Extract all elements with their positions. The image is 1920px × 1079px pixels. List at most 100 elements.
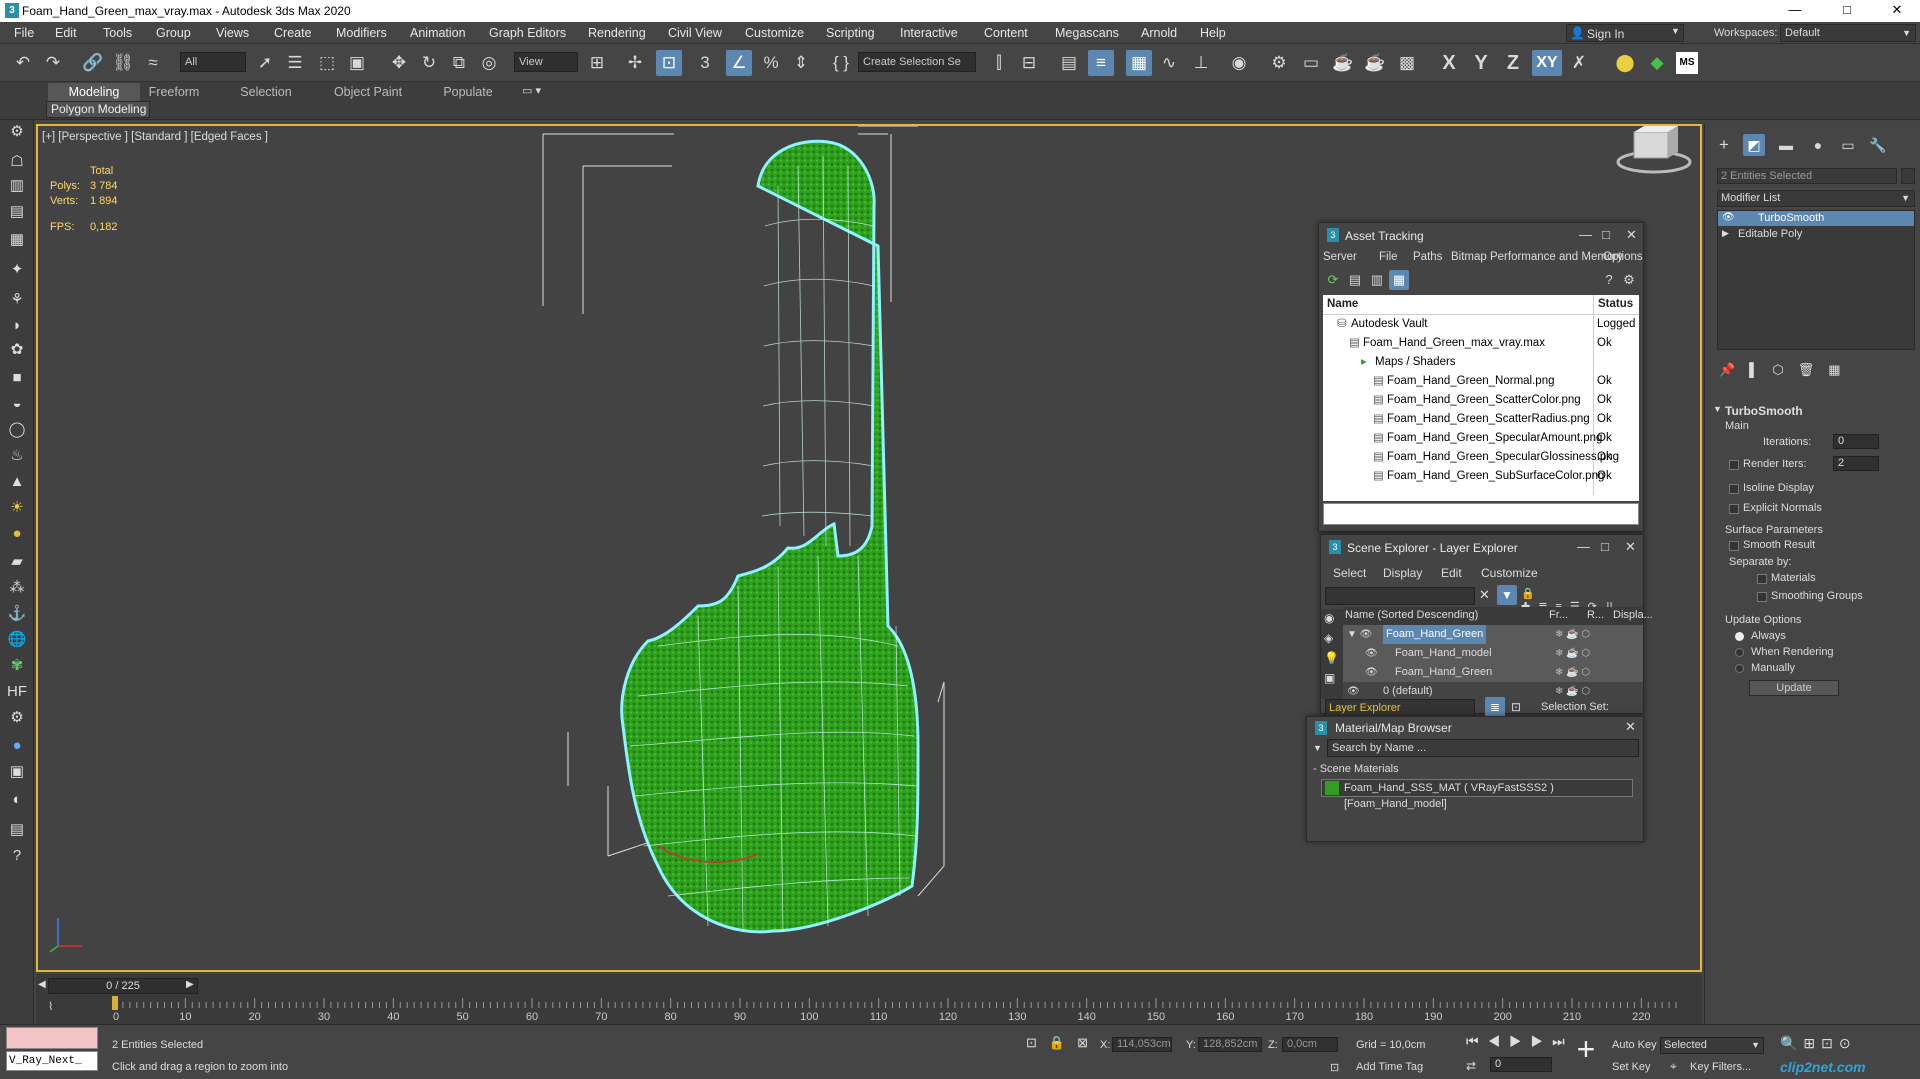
file-icon[interactable]: ▤ — [5, 818, 29, 842]
plane-icon[interactable]: ▰ — [5, 550, 29, 574]
y-coordinate[interactable]: 128,852cm — [1198, 1037, 1262, 1052]
menu-arnold[interactable]: Arnold — [1141, 26, 1177, 40]
expand-icon[interactable]: ▼ 👁 — [1347, 625, 1372, 644]
maxscript-listener-top[interactable] — [6, 1027, 98, 1049]
display-cameras-icon[interactable]: ▣ — [1324, 671, 1335, 685]
tag-icon[interactable]: ⊡ — [1330, 1061, 1339, 1074]
teapot-icon[interactable]: ♨ — [5, 444, 29, 468]
set-key-button[interactable]: Set Key — [1612, 1061, 1651, 1073]
grid-view-icon[interactable]: ▦ — [1389, 270, 1409, 290]
asset-row[interactable]: ▤ Foam_Hand_Green_SpecularGlossiness.png O… — [1323, 448, 1639, 467]
refresh-icon[interactable]: ⟳ — [1323, 270, 1343, 290]
render-sphere-icon[interactable]: ● — [5, 734, 29, 758]
settings-icon[interactable]: ⚙ — [1619, 270, 1639, 290]
always-radio[interactable] — [1735, 632, 1744, 641]
menu-edit[interactable]: Edit — [55, 26, 77, 40]
tab-freeform[interactable]: Freeform — [140, 83, 208, 101]
select-by-name-icon[interactable]: ☰ — [282, 50, 308, 76]
edit-named-selection-icon[interactable]: { } — [828, 50, 854, 76]
light-icon[interactable]: ✦ — [5, 258, 29, 282]
rotate-icon[interactable]: ↻ — [416, 50, 442, 76]
track-bar-icon[interactable]: ⌇ — [48, 1000, 53, 1013]
menu-modifiers[interactable]: Modifiers — [336, 26, 387, 40]
minimize-button[interactable]: — — [1772, 0, 1818, 22]
sphere-light-icon[interactable]: ● — [5, 522, 29, 546]
box-icon[interactable]: ■ — [5, 366, 29, 390]
menu-rendering[interactable]: Rendering — [588, 26, 646, 40]
eye-icon[interactable]: 👁 — [1722, 212, 1735, 223]
table-icon[interactable]: ▥ — [1367, 270, 1387, 290]
update-button[interactable]: Update — [1749, 680, 1839, 696]
reference-coordinate-dropdown[interactable]: View — [514, 52, 578, 72]
material-item[interactable]: Foam_Hand_SSS_MAT ( VRayFastSSS2 ) [Foam… — [1321, 779, 1633, 810]
hierarchy-tab-icon[interactable]: ▬ — [1775, 134, 1797, 156]
maxscript-input[interactable]: V_Ray_Next_ — [6, 1051, 98, 1071]
menu-help[interactable]: Help — [1200, 26, 1226, 40]
iterations-spinner[interactable]: 0 — [1833, 434, 1879, 449]
stack-item-turbosmooth[interactable]: TurboSmooth — [1718, 211, 1914, 226]
layer-row[interactable]: ▼ 👁 Foam_Hand_Green ❄ ☕ ⬡ — [1343, 625, 1643, 644]
undo-icon[interactable]: ↶ — [10, 50, 36, 76]
sign-in-dropdown[interactable]: 👤 Sign In ▼ — [1566, 24, 1684, 42]
stack-tools-icons[interactable]: 📌▌⬡🗑▦ — [1719, 362, 1855, 378]
layer-flag-icons[interactable]: ❄ ☕ ⬡ — [1555, 644, 1590, 663]
object-color-swatch[interactable] — [1901, 168, 1915, 184]
menu-views[interactable]: Views — [216, 26, 249, 40]
time-slider[interactable]: 0 / 225 — [48, 978, 198, 994]
globe-icon[interactable]: 🌐 — [5, 628, 29, 652]
menu-civil-view[interactable]: Civil View — [668, 26, 722, 40]
asset-path-field[interactable] — [1323, 503, 1639, 525]
viewport-nav-icons[interactable]: 🔍⊞⊡⊙ — [1780, 1035, 1857, 1052]
chevron-down-icon[interactable]: ▼ — [1313, 743, 1322, 753]
render-grid-icon[interactable]: ▩ — [1394, 50, 1420, 76]
motion-tab-icon[interactable]: ● — [1807, 134, 1829, 156]
viewport-icon[interactable]: ☖ — [5, 150, 29, 174]
asset-menu-server[interactable]: Server — [1323, 251, 1357, 263]
spring-icon[interactable]: ⚙ — [5, 706, 29, 730]
torus-icon[interactable]: ◯ — [5, 418, 29, 442]
tab-populate[interactable]: Populate — [436, 83, 500, 101]
asset-row[interactable]: ▤ Foam_Hand_Green_SpecularAmount.png Ok — [1323, 429, 1639, 448]
menu-group[interactable]: Group — [156, 26, 191, 40]
asset-row[interactable]: ▤ Foam_Hand_Green_max_vray.max Ok — [1323, 334, 1639, 353]
menu-tools[interactable]: Tools — [103, 26, 132, 40]
bind-space-warp-icon[interactable]: ≈ — [140, 50, 166, 76]
asset-menu-file[interactable]: File — [1379, 251, 1398, 263]
utilities-tab-icon[interactable]: 🔧 — [1867, 134, 1889, 156]
layer-row[interactable]: 👁 Foam_Hand_Green ❄ ☕ ⬡ — [1343, 663, 1643, 682]
se-menu-select[interactable]: Select — [1333, 566, 1366, 580]
close-button[interactable]: ✕ — [1874, 0, 1920, 22]
col-name[interactable]: Name — [1327, 298, 1358, 310]
set-key-plus-icon[interactable]: + — [1568, 1031, 1604, 1067]
asset-menu-bitmap[interactable]: Bitmap Performance and Memory — [1451, 251, 1623, 263]
turbosmooth-rollout[interactable]: TurboSmooth — [1725, 404, 1803, 418]
material-search-input[interactable]: Search by Name ... — [1327, 739, 1639, 757]
layers-icon[interactable]: ◆ — [1644, 50, 1670, 76]
link-icon[interactable]: 🔗 — [80, 50, 106, 76]
rollout-collapse-icon[interactable]: ▼ — [1713, 404, 1722, 414]
se-search-input[interactable] — [1325, 587, 1475, 605]
rectangular-selection-icon[interactable]: ⬚ — [314, 50, 340, 76]
add-time-tag[interactable]: Add Time Tag — [1356, 1061, 1423, 1073]
col-render[interactable]: R... — [1587, 609, 1604, 621]
materials-checkbox[interactable] — [1757, 574, 1767, 584]
help-icon[interactable]: ? — [5, 844, 29, 868]
current-frame-marker[interactable] — [112, 996, 118, 1010]
maximize-icon[interactable]: □ — [1601, 539, 1609, 554]
display-lights-icon[interactable]: 💡 — [1324, 651, 1339, 665]
isolate-lock-icons[interactable]: ⊡🔒⊠ — [1026, 1035, 1100, 1051]
axis-xy-icon[interactable]: XY — [1532, 50, 1562, 76]
polygon-modeling-panel[interactable]: Polygon Modeling — [46, 101, 150, 118]
close-icon[interactable]: ✕ — [1625, 539, 1636, 555]
asset-row[interactable]: ▤ Foam_Hand_Green_ScatterColor.png Ok — [1323, 391, 1639, 410]
reactor-icon[interactable]: ✿ — [5, 338, 29, 362]
track-bar[interactable]: 0 10 20 30 40 50 60 70 80 90 100 110 120 130 140 150 160… — [96, 996, 1696, 1022]
foam-hand-model[interactable] — [620, 139, 920, 934]
key-mode-icon[interactable]: ⇄ — [1466, 1059, 1476, 1073]
object-name-field[interactable]: 2 Entities Selected — [1717, 168, 1897, 184]
display-none-icon[interactable]: ◉ — [1324, 611, 1334, 625]
clear-search-icon[interactable]: ✕ — [1479, 587, 1490, 603]
select-object-icon[interactable]: ➚ — [252, 50, 278, 76]
workspaces-dropdown[interactable]: Default ▼ — [1780, 24, 1916, 42]
display-geometry-icon[interactable]: ◈ — [1324, 631, 1333, 645]
